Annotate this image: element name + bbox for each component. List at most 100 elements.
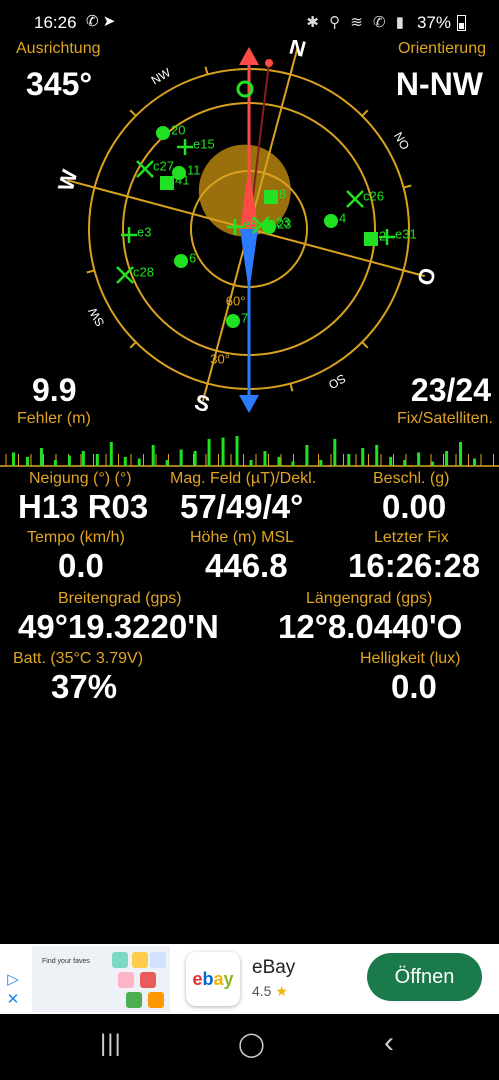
battery-percent: 37% <box>416 13 451 32</box>
speed-value: 0.0 <box>58 547 104 584</box>
ring-tick <box>204 383 209 392</box>
signal-bar <box>263 451 267 466</box>
signal-bar <box>445 451 449 466</box>
accuracy-label: Fehler (m) <box>17 410 91 427</box>
signal-bar <box>249 460 253 466</box>
altitude-value: 446.8 <box>205 547 288 584</box>
satellite-marker <box>160 176 174 190</box>
close-ad-icon[interactable]: ✕ <box>2 990 24 1010</box>
satellite-label: e3 <box>137 224 151 239</box>
tilt-value: H13 R03 <box>18 488 149 525</box>
battery-info-value: 37% <box>51 668 118 705</box>
ring-tick <box>86 184 95 189</box>
longitude-label: Längengrad (gps) <box>306 590 433 607</box>
signal-bar <box>109 442 113 466</box>
system-status-icons: ✱ ⚲ ≋ ✆ ▮ <box>306 14 407 31</box>
star-icon: ★ <box>275 983 288 999</box>
ebay-logo-text: ebay <box>192 969 234 989</box>
west-label: W <box>53 167 83 194</box>
open-button[interactable]: Öffnen <box>367 953 482 1001</box>
satellite-label: c28 <box>133 264 154 279</box>
battery-info-label: Batt. (35°C 3.79V) <box>13 650 144 667</box>
southwest-label: SW <box>85 305 107 329</box>
signal-bar <box>137 458 141 466</box>
satellite-marker <box>174 253 188 268</box>
north-arrow <box>239 47 259 65</box>
satellite-label: e15 <box>193 136 215 151</box>
satellite-label: 20 <box>171 122 185 137</box>
signal-bar <box>473 458 477 466</box>
longitude-value: 12°8.0440'O <box>278 608 463 645</box>
acceleration-value: 0.00 <box>382 488 447 525</box>
ad-image[interactable]: Find your faves <box>32 946 170 1012</box>
latitude-label: Breitengrad (gps) <box>58 590 182 607</box>
signal-bar <box>179 449 183 466</box>
signal-bar <box>277 457 281 466</box>
ring-30-label: 30° <box>210 351 230 366</box>
ad-rating: 4.5 ★ <box>252 983 288 1000</box>
signal-bar <box>305 445 309 466</box>
signal-bar <box>389 457 393 466</box>
latitude-value: 49°19.3220'N <box>18 608 219 645</box>
ad-product-card <box>132 952 148 968</box>
recent-apps-button[interactable]: ||| <box>100 1030 122 1058</box>
bearing-dot <box>265 59 273 67</box>
signal-bar <box>207 439 211 466</box>
signal-bar <box>333 439 337 466</box>
south-label: S <box>192 389 213 417</box>
satellite-label: c27 <box>153 158 174 173</box>
signal-bar <box>361 448 365 466</box>
ebay-logo[interactable]: ebay <box>186 952 240 1006</box>
signal-bar <box>459 442 463 466</box>
satellite-label: 8 <box>279 186 286 201</box>
satellite-label: 7 <box>241 310 248 325</box>
home-button[interactable]: ◯ <box>238 1030 265 1059</box>
ring-tick <box>129 109 137 117</box>
ad-product-card <box>140 972 156 988</box>
ad-product-card <box>150 952 166 968</box>
notification-icons: ✆ ➤ <box>86 13 116 30</box>
ring-tick <box>129 341 137 349</box>
adchoices-icon[interactable]: ▷ <box>2 970 24 990</box>
signal-bar <box>291 461 295 466</box>
ring-tick <box>361 341 369 349</box>
signal-bar <box>123 457 127 466</box>
southeast-label: SO <box>326 371 348 392</box>
signal-bar <box>319 460 323 466</box>
signal-bar <box>221 437 225 466</box>
satellite-sky-view[interactable]: NSWONWNOSWSO60°30°20e15c27 1141e3c286784c… <box>0 40 499 420</box>
last-fix-label: Letzter Fix <box>374 529 449 546</box>
ring-tick <box>289 66 294 75</box>
signal-bar <box>193 451 197 466</box>
ad-image-text: Find your faves <box>42 958 90 965</box>
ad-choices[interactable]: ▷ ✕ <box>2 970 24 1010</box>
satellite-marker <box>225 314 240 328</box>
east-label: O <box>412 265 441 288</box>
satellite-marker <box>364 232 378 246</box>
ad-banner[interactable]: ▷ ✕ Find your faves ebay eBay 4.5 ★ Öffn… <box>0 944 499 1014</box>
tilt-label: Neigung (°) (°) <box>29 470 132 487</box>
signal-bar <box>403 460 407 466</box>
signal-bar <box>67 455 71 466</box>
ad-rating-value: 4.5 <box>252 983 272 999</box>
south-arrow <box>239 395 259 413</box>
satellite-label: 41 <box>175 172 189 187</box>
fix-value: 23/24 <box>410 372 491 408</box>
signal-strength-bars <box>0 436 499 467</box>
northeast-label: NO <box>391 130 412 153</box>
signal-bar <box>25 457 29 466</box>
ad-product-card <box>118 972 134 988</box>
acceleration-label: Beschl. (g) <box>373 470 450 487</box>
magnetic-field-label: Mag. Feld (µT)/Dekl. <box>170 470 317 487</box>
last-fix-value: 16:26:28 <box>348 547 481 584</box>
altitude-label: Höhe (m) MSL <box>190 529 295 546</box>
back-button[interactable]: ‹ <box>384 1026 394 1060</box>
signal-bar <box>12 452 15 466</box>
signal-bar <box>53 460 57 466</box>
signal-bar <box>151 445 155 466</box>
signal-bar <box>431 461 435 466</box>
clock: 16:26 <box>34 13 77 32</box>
satellite-marker <box>324 214 338 228</box>
satellite-label: e31 <box>395 226 417 241</box>
satellite-label: 23 <box>277 216 291 231</box>
